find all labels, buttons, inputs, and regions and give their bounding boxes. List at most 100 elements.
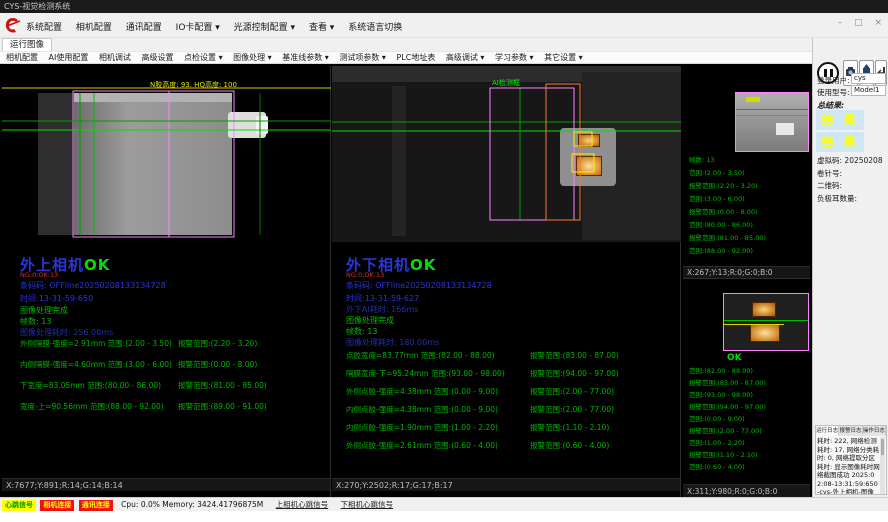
toolbar: 相机配置 AI使用配置 相机调试 高级设置 点检设置 ▾ 图像处理 ▾ 基准线参… — [0, 51, 888, 64]
bottom-camera-heartbeat-link[interactable]: 下相机心跳信号 — [341, 500, 394, 509]
measure-alarm: 报警范围:(0.60 - 4.00) — [530, 440, 609, 451]
title-bar: CYS-视觉检测系统 — [0, 0, 888, 13]
center-done: 图像处理完成 — [346, 315, 394, 326]
model-value: Model1 — [854, 86, 879, 94]
center-measure-row: 内侧点胶-强度=1.90mm 范围:(1.00 - 2.20) 报警范围:(1.… — [346, 422, 498, 433]
log-scroll-thumb[interactable] — [881, 439, 884, 455]
right-bottom-camera-viewport[interactable]: OK 范围:(82.00 - 88.00) 报警范围:(83.00 - 87.0… — [683, 281, 810, 497]
menu-io-config[interactable]: IO卡配置 ▾ — [176, 23, 220, 33]
log-tab-operation[interactable]: 操作日志 — [863, 426, 886, 436]
toolbar-test-item-params[interactable]: 测试项参数 ▾ — [339, 53, 386, 62]
overlay-line — [736, 109, 809, 110]
toolbar-image-processing[interactable]: 图像处理 ▾ — [233, 53, 272, 62]
mini-line: 范围:(80.00 - 86.00) — [689, 219, 766, 232]
menu-language-switch[interactable]: 系统语言切换 — [348, 23, 402, 33]
right-top-camera-viewport[interactable]: 帧数: 13 范围:(2.00 - 3.50) 报警范围:(2.20 - 3.2… — [683, 66, 810, 279]
measure-alarm: 报警范围:(94.00 - 97.00) — [530, 368, 619, 379]
result-box-bottom: 结 果 — [816, 132, 864, 152]
mini-line: 范围:(0.00 - 9.00) — [689, 413, 766, 425]
toolbar-learning-params[interactable]: 学习参数 ▾ — [495, 53, 534, 62]
left-camera-viewport[interactable]: N胶高度: 93. HQ高度: 100 外上相机OK NG:0;OK:13 条码… — [2, 66, 331, 497]
left-camera-image[interactable]: N胶高度: 93. HQ高度: 100 — [2, 80, 331, 256]
right-bottom-camera-image[interactable] — [723, 293, 809, 351]
left-result-ok: OK — [84, 256, 110, 274]
center-coordinate-bar: X:270;Y:2502;R:17;G:17;B:17 — [332, 478, 680, 491]
minimize-button[interactable]: – — [838, 18, 843, 28]
overlay-coil — [750, 324, 780, 342]
menu-system-config[interactable]: 系统配置 — [26, 23, 62, 33]
mini-line: 报警范围:(94.00 - 97.00) — [689, 401, 766, 413]
mini-line: 范围:(3.00 - 6.00) — [689, 193, 766, 206]
left-sub-status: NG:0;OK:13 — [20, 271, 58, 279]
measure-text: 下宽度=83.05mm 范围:(80.00 - 86.00) — [20, 381, 161, 390]
comm-connect-badge: 通讯连接 — [79, 500, 113, 511]
overlay-line — [724, 320, 809, 321]
status-bar: 心跳信号 相机连接 通讯连接 Cpu: 0.0% Memory: 3424.41… — [0, 497, 888, 511]
menu-light-config[interactable]: 光源控制配置 ▾ — [234, 23, 295, 33]
right-bottom-text-lines: 范围:(82.00 - 88.00) 报警范围:(83.00 - 87.00) … — [689, 365, 766, 473]
camera-connect-badge: 相机连接 — [40, 500, 74, 511]
login-user-field[interactable]: cys — [851, 73, 886, 84]
mini-line: 范围:(2.00 - 3.50) — [689, 167, 766, 180]
mini-line: 报警范围:(2.00 - 77.00) — [689, 425, 766, 437]
toolbar-baseline-params[interactable]: 基准线参数 ▾ — [282, 53, 329, 62]
center-time: 时间:13-31-59-627 — [346, 293, 419, 304]
login-user-value: cys — [854, 74, 866, 82]
toolbar-spot-check[interactable]: 点检设置 ▾ — [184, 53, 223, 62]
center-camera-image[interactable]: AI检测框 — [332, 66, 681, 242]
measure-alarm: 报警范围:(89.00 - 91.00) — [178, 401, 267, 412]
needle-number-label: 卷针号: — [817, 168, 842, 179]
mini-line: 范围:(93.00 - 98.00) — [689, 389, 766, 401]
menu-view[interactable]: 查看 ▾ — [309, 23, 334, 33]
toolbar-other-settings[interactable]: 其它设置 ▾ — [544, 53, 583, 62]
window-title: CYS-视觉检测系统 — [4, 2, 70, 11]
left-barcode: 条码码: OFFline20250208133134728 — [20, 280, 166, 291]
toolbar-advanced-debug[interactable]: 高级调试 ▾ — [446, 53, 485, 62]
measure-text: 隔膜宽度-下=95.24mm 范围:(93.00 - 98.00) — [346, 369, 505, 378]
menu-bar: 系统配置 相机配置 通讯配置 IO卡配置 ▾ 光源控制配置 ▾ 查看 ▾ 系统语… — [0, 13, 888, 38]
center-camera-viewport[interactable]: AI检测框 外下相机OK NG:0;OK:13 条码码: OFFline2025… — [332, 66, 681, 497]
left-coordinate-bar: X:7677;Y:891;R:14;G:14;B:14 — [2, 478, 330, 491]
measure-alarm: 报警范围:(2.00 - 77.00) — [530, 386, 614, 397]
center-measure-row: 隔膜宽度-下=95.24mm 范围:(93.00 - 98.00) 报警范围:(… — [346, 368, 505, 379]
top-camera-heartbeat-link[interactable]: 上相机心跳信号 — [276, 500, 329, 509]
close-button[interactable]: × — [874, 18, 882, 28]
result-box-top: 结 果 — [816, 110, 864, 130]
right-top-camera-image[interactable] — [735, 92, 809, 152]
mini-line: 帧数: 13 — [689, 154, 766, 167]
toolbar-ai-use-config[interactable]: AI使用配置 — [49, 53, 89, 62]
log-tab-run[interactable]: 运行日志 — [816, 426, 839, 436]
overlay-marker — [746, 97, 760, 102]
toolbar-camera-debug[interactable]: 相机调试 — [99, 53, 131, 62]
menu-comm-config[interactable]: 通讯配置 — [126, 23, 162, 33]
side-panel: 登录用户: cys 使用型号: Model1 总结果: 结 果 结 果 虚拟码:… — [812, 38, 888, 497]
toolbar-plc-address[interactable]: PLC地址表 — [396, 53, 435, 62]
overlay-coil — [752, 302, 776, 317]
negative-tab-count-label: 负极耳数量: — [817, 193, 857, 204]
left-time: 时间:13-31-59-650 — [20, 293, 93, 304]
login-user-label: 登录用户: — [817, 75, 850, 86]
left-done: 图像处理完成 — [20, 305, 68, 316]
maximize-button[interactable]: □ — [854, 18, 863, 28]
measure-text: 内侧点胶-强度=4.38mm 范围:(0.00 - 9.00) — [346, 405, 498, 414]
log-tab-alarm[interactable]: 报警日志 — [839, 426, 862, 436]
toolbar-advanced-settings[interactable]: 高级设置 — [141, 53, 173, 62]
toolbar-camera-config[interactable]: 相机配置 — [6, 53, 38, 62]
right-top-coordinates: X:267;Y:13;R:0;G:0;B:0 — [687, 268, 773, 277]
model-field[interactable]: Model1 — [851, 85, 886, 96]
virtual-code-value: 20250208 — [844, 156, 882, 165]
mini-line: 报警范围:(81.00 - 85.00) — [689, 232, 766, 245]
right-top-coordinate-bar: X:267;Y:13;R:0;G:0;B:0 — [683, 266, 810, 278]
tab-strip: 运行图像 — [0, 38, 888, 51]
right-bottom-coordinates: X:311;Y:980;R:0;G:0;B:0 — [687, 487, 777, 496]
menu-camera-config[interactable]: 相机配置 — [76, 23, 112, 33]
app-logo-icon — [4, 16, 21, 35]
left-elapsed: 图像处理耗时: 256.00ms — [20, 327, 113, 338]
right-bottom-coordinate-bar: X:311;Y:980;R:0;G:0;B:0 — [683, 484, 810, 497]
mini-line: 范围:(88.00 - 92.00) — [689, 245, 766, 258]
mini-line: 报警范围:(83.00 - 87.00) — [689, 377, 766, 389]
menu-items: 系统配置 相机配置 通讯配置 IO卡配置 ▾ 光源控制配置 ▾ 查看 ▾ 系统语… — [26, 20, 413, 33]
left-frames: 帧数: 13 — [20, 316, 51, 327]
log-scrollbar[interactable] — [880, 437, 885, 494]
tab-run-image[interactable]: 运行图像 — [2, 38, 52, 51]
